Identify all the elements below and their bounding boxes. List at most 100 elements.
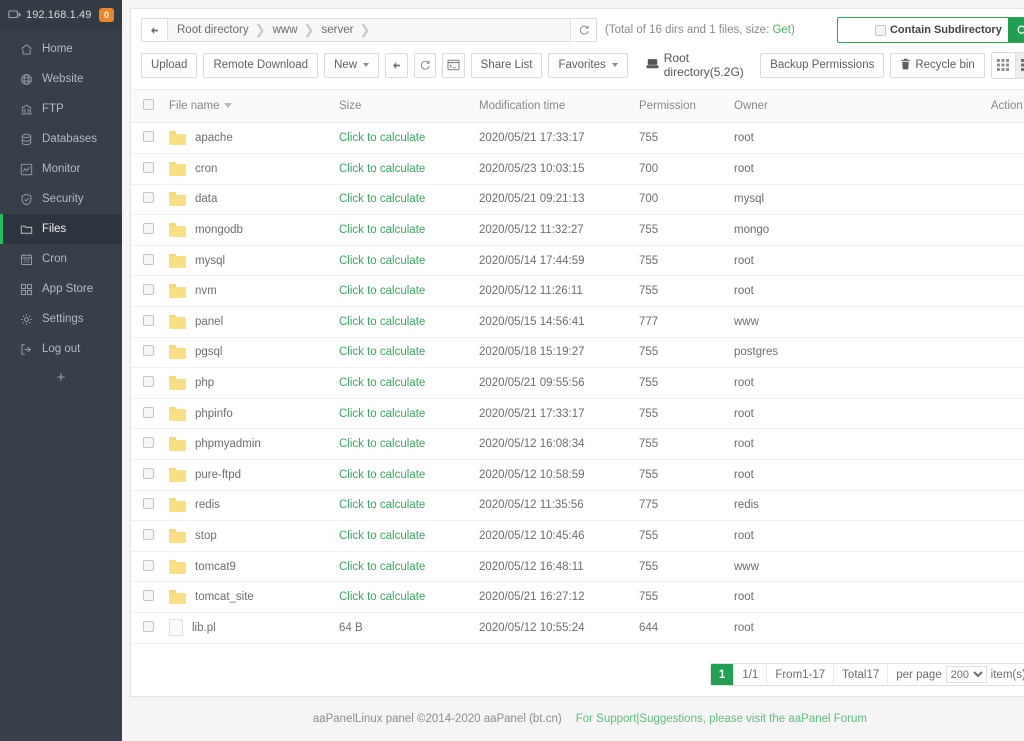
owner-cell[interactable]: mysql — [734, 184, 884, 216]
search-button[interactable] — [1007, 18, 1024, 42]
permission-cell[interactable]: 755 — [639, 275, 734, 308]
file-rows-scroll[interactable]: apache Click to calculate 2020/05/21 17:33… — [131, 123, 1024, 653]
remote-download-button[interactable]: Remote Download — [203, 52, 319, 78]
calculate-size-link[interactable]: Click to calculate — [339, 224, 425, 236]
file-name-link[interactable]: tomcat9 — [195, 561, 236, 573]
row-checkbox[interactable] — [143, 406, 154, 418]
column-size[interactable]: Size — [339, 90, 479, 123]
owner-cell[interactable]: mongo — [734, 214, 884, 246]
calculate-size-link[interactable]: Click to calculate — [339, 591, 425, 603]
owner-cell[interactable]: root — [734, 153, 884, 185]
list-view-icon[interactable] — [1014, 52, 1024, 78]
table-row[interactable]: mongodb Click to calculate 2020/05/12 11:3… — [131, 214, 1024, 246]
file-name-link[interactable]: phpmyadmin — [195, 438, 261, 450]
row-checkbox[interactable] — [143, 223, 154, 235]
column-owner[interactable]: Owner — [734, 90, 884, 123]
owner-cell[interactable]: redis — [734, 490, 884, 522]
table-row[interactable]: mysql Click to calculate 2020/05/14 17:44:… — [131, 245, 1024, 277]
row-checkbox[interactable] — [143, 620, 154, 632]
get-size-link[interactable]: Get — [772, 24, 791, 36]
row-checkbox[interactable] — [143, 284, 154, 296]
file-name-link[interactable]: data — [195, 193, 217, 205]
permission-cell[interactable]: 777 — [639, 306, 734, 338]
owner-cell[interactable]: root — [734, 275, 884, 308]
page-1-button[interactable]: 1 — [710, 664, 735, 685]
backup-permissions-button[interactable]: Backup Permissions — [760, 52, 885, 78]
owner-cell[interactable]: root — [734, 459, 884, 491]
owner-cell[interactable]: root — [734, 428, 884, 461]
favorites-button[interactable]: Favorites — [548, 52, 628, 78]
permission-cell[interactable]: 644 — [639, 612, 734, 644]
owner-cell[interactable]: root — [734, 123, 884, 155]
row-checkbox[interactable] — [143, 559, 154, 571]
permission-cell[interactable]: 755 — [639, 214, 734, 246]
table-row[interactable]: tomcat_site Click to calculate 2020/05/21 … — [131, 581, 1024, 613]
toolbar-refresh-button[interactable] — [413, 52, 437, 78]
owner-cell[interactable]: root — [734, 612, 884, 644]
permission-cell[interactable]: 755 — [639, 459, 734, 491]
file-name-link[interactable]: panel — [195, 316, 223, 328]
sidebar-item-settings[interactable]: Settings — [0, 304, 122, 334]
calculate-size-link[interactable]: Click to calculate — [339, 316, 425, 328]
owner-cell[interactable]: root — [734, 520, 884, 552]
table-row[interactable]: tomcat9 Click to calculate 2020/05/12 16:4… — [131, 551, 1024, 583]
file-name-link[interactable]: stop — [195, 530, 217, 542]
file-name-link[interactable]: nvm — [195, 285, 217, 297]
owner-cell[interactable]: root — [734, 581, 884, 613]
table-row[interactable]: php Click to calculate 2020/05/21 09:55:56… — [131, 367, 1024, 399]
file-name-link[interactable]: apache — [195, 132, 233, 144]
sidebar-host-header[interactable]: 192.168.1.49 0 — [0, 0, 122, 30]
calculate-size-link[interactable]: Click to calculate — [339, 377, 425, 389]
calculate-size-link[interactable]: Click to calculate — [339, 561, 425, 573]
row-checkbox[interactable] — [143, 253, 154, 265]
calculate-size-link[interactable]: Click to calculate — [339, 408, 425, 420]
calculate-size-link[interactable]: Click to calculate — [339, 163, 425, 175]
permission-cell[interactable]: 755 — [639, 551, 734, 583]
row-checkbox[interactable] — [143, 529, 154, 541]
owner-cell[interactable]: postgres — [734, 337, 884, 369]
search-input[interactable] — [837, 18, 869, 42]
notification-badge[interactable]: 0 — [98, 8, 114, 22]
recycle-bin-button[interactable]: Recycle bin — [890, 52, 985, 78]
file-name-link[interactable]: tomcat_site — [195, 591, 254, 603]
row-checkbox[interactable] — [143, 467, 154, 479]
row-checkbox[interactable] — [143, 161, 154, 173]
per-page-select[interactable]: 200 — [945, 666, 987, 683]
file-name-link[interactable]: redis — [195, 499, 220, 511]
table-row[interactable]: nvm Click to calculate 2020/05/12 11:26:11… — [131, 275, 1024, 308]
terminal-button[interactable] — [442, 52, 465, 78]
row-checkbox[interactable] — [143, 345, 154, 357]
file-name-link[interactable]: pgsql — [195, 346, 223, 358]
row-checkbox[interactable] — [143, 131, 154, 143]
file-name-link[interactable]: lib.pl — [192, 622, 216, 634]
permission-cell[interactable]: 755 — [639, 520, 734, 552]
new-button[interactable]: New — [324, 52, 380, 78]
support-forum-link[interactable]: For Support|Suggestions, please visit th… — [576, 713, 867, 725]
owner-cell[interactable]: www — [734, 306, 884, 338]
permission-cell[interactable]: 755 — [639, 123, 734, 155]
table-row[interactable]: data Click to calculate 2020/05/21 09:21:1… — [131, 184, 1024, 216]
upload-button[interactable]: Upload — [141, 52, 198, 78]
row-checkbox[interactable] — [143, 314, 154, 326]
breadcrumb-back-button[interactable] — [142, 19, 168, 41]
owner-cell[interactable]: root — [734, 245, 884, 277]
column-modification-time[interactable]: Modification time — [479, 90, 639, 123]
row-checkbox[interactable] — [143, 498, 154, 510]
file-name-link[interactable]: php — [195, 377, 214, 389]
table-row[interactable]: panel Click to calculate 2020/05/15 14:56:… — [131, 306, 1024, 338]
permission-cell[interactable]: 700 — [639, 184, 734, 216]
table-row[interactable]: redis Click to calculate 2020/05/12 11:35:… — [131, 490, 1024, 522]
file-name-link[interactable]: pure-ftpd — [195, 469, 241, 481]
calculate-size-link[interactable]: Click to calculate — [339, 346, 425, 358]
sidebar-item-files[interactable]: Files — [0, 214, 122, 244]
table-row[interactable]: apache Click to calculate 2020/05/21 17:33… — [131, 123, 1024, 155]
permission-cell[interactable]: 775 — [639, 490, 734, 522]
row-checkbox[interactable] — [143, 192, 154, 204]
sidebar-item-security[interactable]: Security — [0, 184, 122, 214]
select-all-checkbox[interactable] — [143, 99, 154, 110]
permission-cell[interactable]: 755 — [639, 245, 734, 277]
sidebar-item-website[interactable]: Website — [0, 64, 122, 94]
row-checkbox[interactable] — [143, 590, 154, 602]
sidebar-item-databases[interactable]: Databases — [0, 124, 122, 154]
table-row[interactable]: phpinfo Click to calculate 2020/05/21 17:3… — [131, 398, 1024, 430]
